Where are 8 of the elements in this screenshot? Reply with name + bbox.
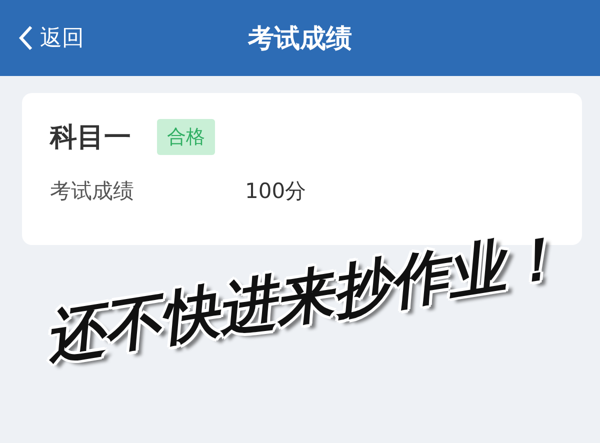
status-badge: 合格 (157, 119, 215, 155)
page-title: 考试成绩 (248, 22, 352, 56)
score-value: 100分 (245, 178, 306, 205)
caption-text: 还不快进来抄作业！ (40, 221, 568, 374)
subject-title: 科目一 (50, 121, 131, 155)
back-icon (18, 25, 34, 51)
back-button[interactable]: 返回 (14, 19, 88, 57)
score-label: 考试成绩 (50, 178, 135, 205)
